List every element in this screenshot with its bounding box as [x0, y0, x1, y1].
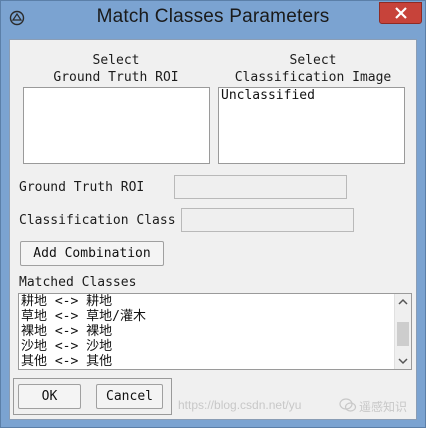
- classification-image-header-line2: Classification Image: [234, 70, 392, 85]
- list-item[interactable]: Unclassified: [219, 88, 404, 103]
- classification-class-field[interactable]: [181, 208, 354, 232]
- list-item[interactable]: 耕地 <-> 耕地: [19, 294, 411, 309]
- ground-truth-roi-header-line2: Ground Truth ROI: [53, 70, 179, 85]
- ok-button[interactable]: OK: [18, 384, 81, 409]
- close-button[interactable]: [379, 2, 422, 24]
- scrollbar-thumb[interactable]: [397, 322, 409, 346]
- cancel-button[interactable]: Cancel: [96, 384, 163, 409]
- list-item[interactable]: 草地 <-> 草地/灌木: [19, 309, 411, 324]
- list-item[interactable]: 沙地 <-> 沙地: [19, 339, 411, 354]
- ground-truth-roi-field[interactable]: [174, 175, 347, 199]
- dialog-window: Match Classes Parameters Select Ground T…: [0, 0, 426, 428]
- wechat-icon: [339, 398, 357, 412]
- add-combination-button[interactable]: Add Combination: [20, 241, 164, 266]
- window-title: Match Classes Parameters: [96, 6, 330, 27]
- ground-truth-roi-list[interactable]: [23, 87, 210, 164]
- ground-truth-roi-header-line1: Select: [92, 53, 140, 68]
- close-icon: [395, 7, 407, 19]
- list-item[interactable]: 其他 <-> 其他: [19, 354, 411, 369]
- dialog-content: Select Ground Truth ROI Select Classific…: [9, 39, 417, 420]
- watermark-url: https://blog.csdn.net/yu: [178, 398, 302, 412]
- chevron-down-icon[interactable]: [398, 357, 408, 365]
- vertical-scrollbar[interactable]: [394, 294, 411, 369]
- button-group: OK Cancel: [13, 378, 172, 415]
- chevron-up-icon[interactable]: [398, 298, 408, 306]
- matched-classes-list[interactable]: 耕地 <-> 耕地 草地 <-> 草地/灌木 裸地 <-> 裸地 沙地 <-> …: [18, 293, 412, 370]
- classification-class-label: Classification Class: [19, 213, 176, 228]
- classification-image-header-line1: Select: [289, 53, 337, 68]
- title-bar[interactable]: Match Classes Parameters: [1, 1, 425, 35]
- list-item[interactable]: 裸地 <-> 裸地: [19, 324, 411, 339]
- classification-image-list[interactable]: Unclassified: [218, 87, 405, 164]
- ground-truth-roi-label: Ground Truth ROI: [19, 180, 145, 195]
- watermark-brand: 遥感知识: [359, 400, 408, 414]
- matched-classes-label: Matched Classes: [19, 275, 137, 290]
